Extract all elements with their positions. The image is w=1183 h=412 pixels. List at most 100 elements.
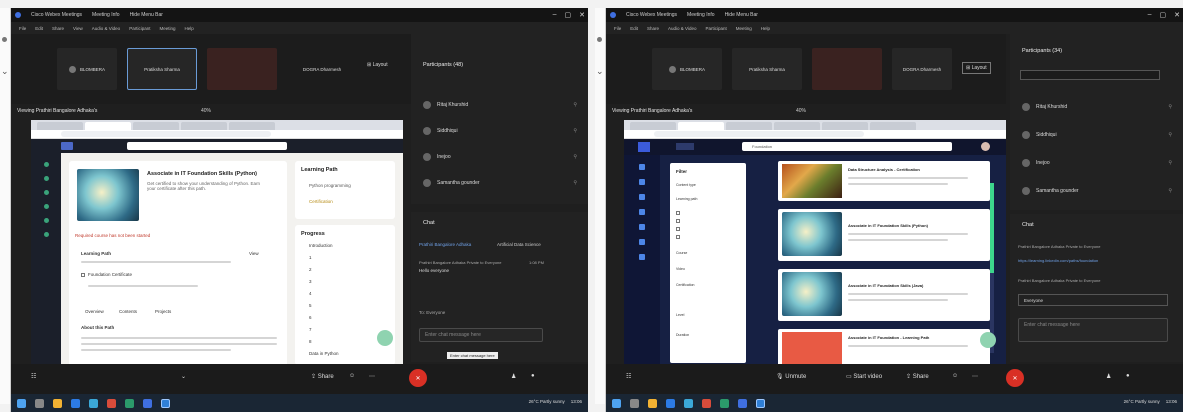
search-icon[interactable] [630, 398, 639, 408]
participant-row[interactable]: Inejoo ⚲ [411, 150, 588, 164]
browser-tab-active[interactable] [678, 122, 724, 130]
edge-icon[interactable] [71, 398, 80, 408]
browser-tab[interactable] [630, 122, 676, 130]
progress-item[interactable]: 1 [309, 255, 312, 260]
browser-tab[interactable] [181, 122, 227, 130]
more-icon[interactable]: ⌄ [181, 373, 186, 380]
share-button[interactable]: ⇪ Share [311, 373, 334, 380]
mic-icon[interactable]: ⚲ [573, 128, 577, 134]
menu-share[interactable]: Share [52, 26, 64, 31]
progress-item[interactable]: 8 [309, 339, 312, 344]
address-bar[interactable] [31, 130, 403, 139]
nav-icon[interactable] [43, 162, 49, 167]
start-icon[interactable] [612, 398, 621, 408]
participant-tile[interactable]: BLOMBERA [57, 48, 117, 90]
nav-icon[interactable] [639, 224, 645, 230]
browser-tab[interactable] [229, 122, 275, 130]
progress-item[interactable]: 7 [309, 327, 312, 332]
tab-hide-menu[interactable]: Hide Menu Bar [130, 12, 163, 18]
filter-item[interactable]: Duration [676, 333, 689, 337]
office-icon[interactable] [702, 398, 711, 408]
tab-meeting-info[interactable]: Meeting Info [687, 12, 715, 18]
person-icon[interactable]: ♟ [511, 373, 516, 380]
person-icon[interactable]: ♟ [1106, 373, 1111, 380]
clock[interactable]: 13:06 [571, 399, 582, 404]
progress-item[interactable]: 4 [309, 291, 312, 296]
mic-icon[interactable]: ⚲ [1168, 160, 1172, 166]
participant-tile[interactable]: BLOMBERA [652, 48, 722, 90]
filter-item[interactable]: Learning path [676, 197, 697, 201]
participants-heading[interactable]: Participants (48) [423, 62, 463, 68]
mic-icon[interactable]: ⚲ [1168, 104, 1172, 110]
participant-search-input[interactable] [1020, 70, 1160, 80]
participant-row[interactable]: Ritaj Khurshid ⚲ [411, 98, 588, 112]
tab-meeting-info[interactable]: Meeting Info [92, 12, 120, 18]
nav-icon[interactable] [43, 218, 49, 223]
browser-tab[interactable] [774, 122, 820, 130]
side-item[interactable]: Python programming [309, 183, 351, 188]
file-explorer-icon[interactable] [53, 398, 62, 408]
browse-button[interactable] [676, 143, 694, 150]
participant-row[interactable]: Siddhiqui ⚲ [411, 124, 588, 138]
result-card[interactable]: Associate in IT Foundation Skills (Pytho… [778, 209, 990, 261]
reaction-button[interactable] [377, 330, 393, 346]
notes-icon[interactable]: ☷ [626, 373, 631, 380]
zoom-level[interactable]: 40% [201, 108, 211, 114]
view-link[interactable]: View [249, 251, 259, 256]
chrome-icon[interactable] [143, 398, 152, 408]
mic-icon[interactable]: ⚲ [573, 154, 577, 160]
tab-contents[interactable]: Contents [119, 309, 137, 314]
menu-participant[interactable]: Participant [706, 26, 727, 31]
filter-checkbox[interactable] [676, 211, 680, 215]
progress-item[interactable]: Data in Python [309, 351, 339, 356]
nav-icon[interactable] [43, 204, 49, 209]
close-button[interactable]: ✕ [1174, 11, 1180, 19]
settings-icon[interactable]: ⋯ [972, 373, 978, 380]
menu-help[interactable]: Help [184, 26, 193, 31]
result-card[interactable]: Associate in IT Foundation - Learning Pa… [778, 329, 990, 369]
nav-icon[interactable] [639, 254, 645, 260]
recipient-select[interactable]: Everyone [1018, 294, 1168, 306]
result-card[interactable]: Data Structure Analysis - Certification [778, 161, 990, 201]
participant-tile[interactable]: Pratiksha Sharma [732, 48, 802, 90]
webex-taskbar-icon[interactable] [756, 398, 765, 408]
filter-item[interactable]: Certification [676, 283, 694, 287]
nav-icon[interactable] [43, 190, 49, 195]
nav-icon[interactable] [639, 164, 645, 170]
nav-icon[interactable] [43, 232, 49, 237]
menu-share[interactable]: Share [647, 26, 659, 31]
participant-video-tile[interactable] [207, 48, 277, 90]
nav-icon[interactable] [639, 239, 645, 245]
result-title[interactable]: Data Structure Analysis - Certification [848, 167, 920, 172]
participants-icon[interactable]: ☺ [952, 373, 958, 379]
progress-item[interactable]: 2 [309, 267, 312, 272]
filter-item[interactable]: Video [676, 267, 685, 271]
side-item[interactable]: Certification [309, 199, 333, 204]
menu-audio-video[interactable]: Audio & Video [92, 26, 120, 31]
menu-meeting[interactable]: Meeting [159, 26, 175, 31]
start-icon[interactable] [17, 398, 26, 408]
scrollbar-thumb[interactable] [990, 183, 994, 273]
chat-icon[interactable]: ● [531, 373, 535, 379]
mail-icon[interactable] [89, 398, 98, 408]
menu-view[interactable]: View [73, 26, 83, 31]
webex-taskbar-icon[interactable] [161, 398, 170, 408]
filter-checkbox[interactable] [676, 227, 680, 231]
browser-tab[interactable] [870, 122, 916, 130]
participant-tile-active[interactable]: Pratiksha Sharma [127, 48, 197, 90]
browser-tab[interactable] [726, 122, 772, 130]
start-video-button[interactable]: ▭ Start video [846, 373, 882, 380]
participant-tile[interactable]: DOGRA Dharmesh [892, 48, 952, 90]
result-card[interactable]: Associate in IT Foundation Skills (Java) [778, 269, 990, 321]
course-title[interactable]: Associate in IT Foundation Skills (Pytho… [147, 171, 277, 177]
progress-item[interactable]: 3 [309, 279, 312, 284]
chat-heading[interactable]: Chat [423, 220, 435, 226]
chrome-icon[interactable] [738, 398, 747, 408]
zoom-level[interactable]: 40% [796, 108, 806, 114]
file-explorer-icon[interactable] [648, 398, 657, 408]
teams-icon[interactable] [125, 398, 134, 408]
weather-widget[interactable]: 26°C Partly sunny [1124, 399, 1160, 404]
foundation-checkbox[interactable] [81, 273, 85, 277]
participant-row[interactable]: Samantha gounder ⚲ [1010, 184, 1183, 198]
participants-heading[interactable]: Participants (34) [1022, 48, 1062, 54]
